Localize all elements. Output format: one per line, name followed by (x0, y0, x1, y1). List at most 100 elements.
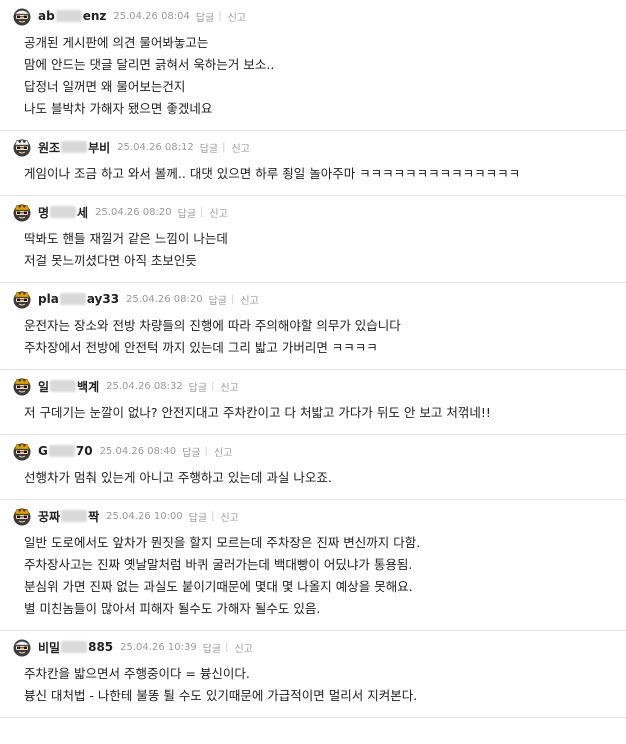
reply-button[interactable]: 답글 (196, 9, 214, 24)
comment-text-line: 나도 블박차 가해자 됐으면 좋겠네요 (24, 101, 213, 116)
report-button[interactable]: 신고 (232, 140, 250, 155)
nickname-redaction (50, 206, 77, 218)
comment-date: 25.04.26 10:00 (106, 510, 183, 522)
comment-date: 25.04.26 10:39 (120, 641, 197, 653)
comment-header: 명 세 25.04.26 08:20 답글 | 신고 (12, 202, 616, 222)
reply-button[interactable]: 답글 (203, 640, 221, 655)
action-divider: | (204, 445, 208, 457)
comment-body: 공개된 게시판에 의견 물어봐놓고는 맘에 안드는 댓글 달리면 긁혀서 욱하는거… (24, 32, 616, 120)
comment-item: 일 백계 25.04.26 08:32 답글 | 신고 저 구데기는 눈깔이 없나? 안전지… (0, 370, 626, 435)
comment-body: 일반 도로에서도 앞차가 뭔짓을 할지 모르는데 주차장은 진짜 변신까지 다함… (24, 532, 616, 620)
nickname-redaction (50, 380, 77, 392)
nickname-prefix: ab (38, 9, 55, 23)
avatar-icon[interactable] (12, 506, 32, 526)
action-divider: | (200, 206, 204, 218)
action-divider: | (218, 10, 222, 22)
comment-date: 25.04.26 08:20 (95, 206, 172, 218)
report-button[interactable]: 신고 (240, 292, 258, 307)
nickname-redaction (59, 293, 86, 305)
comment-text-line: 답정너 일꺼면 왜 물어보는건지 (24, 79, 186, 94)
comment-header: 원조 부비 25.04.26 08:12 답글 | 신고 (12, 137, 616, 157)
avatar-icon[interactable] (12, 376, 32, 396)
comment-body: 주차칸을 밟으면서 주행중이다 = 븅신이다. 븅신 대처법 - 나한테 불똥 튈… (24, 663, 616, 707)
comment-body: 운전자는 장소와 전방 차량들의 진행에 따라 주의해야할 의무가 있습니다 주차… (24, 315, 616, 359)
report-button[interactable]: 신고 (228, 9, 246, 24)
author-nickname[interactable]: 일 백계 (38, 378, 99, 395)
nickname-suffix: 부비 (88, 140, 111, 155)
nickname-prefix: pla (38, 292, 59, 306)
avatar-icon[interactable] (12, 202, 32, 222)
reply-button[interactable]: 답글 (182, 444, 200, 459)
action-divider: | (231, 293, 235, 305)
report-button[interactable]: 신고 (214, 444, 232, 459)
comment-text-line: 저걸 못느끼셨다면 아직 초보인듯 (24, 253, 197, 268)
author-nickname[interactable]: G 70 (38, 444, 93, 458)
comment-text-line: 운전자는 장소와 전방 차량들의 진행에 따라 주의해야할 의무가 있습니다 (24, 318, 401, 333)
comment-list: ab enz 25.04.26 08:04 답글 | 신고 공개된 게시판에 의견 물어봐놓… (0, 0, 626, 718)
comment-item: G 70 25.04.26 08:40 답글 | 신고선행차가 멈춰 있는게 아니고 주행… (0, 435, 626, 500)
comment-item: 명 세 25.04.26 08:20 답글 | 신고 딱봐도 핸들 재낄거 같은 느낌이 나… (0, 196, 626, 283)
avatar-icon[interactable] (12, 289, 32, 309)
nickname-redaction (61, 641, 88, 653)
author-nickname[interactable]: 비밀 885 (38, 639, 113, 656)
comment-date: 25.04.26 08:32 (106, 380, 183, 392)
comment-text-line: 저 구데기는 눈깔이 없나? 안전지대고 주차칸이고 다 처밟고 가다가 뒤도 … (24, 405, 491, 420)
reply-button[interactable]: 답글 (178, 205, 196, 220)
avatar-icon[interactable] (12, 6, 32, 26)
nickname-redaction (61, 510, 88, 522)
report-button[interactable]: 신고 (220, 379, 238, 394)
comment-text-line: 딱봐도 핸들 재낄거 같은 느낌이 나는데 (24, 231, 228, 246)
report-button[interactable]: 신고 (209, 205, 227, 220)
nickname-prefix: 원조 (38, 140, 61, 155)
action-divider: | (211, 510, 215, 522)
nickname-prefix: 일 (38, 379, 50, 394)
comment-header: G 70 25.04.26 08:40 답글 | 신고 (12, 441, 616, 461)
comment-header: pla ay33 25.04.26 08:20 답글 | 신고 (12, 289, 616, 309)
comment-body: 선행차가 멈춰 있는게 아니고 주행하고 있는데 과실 나오죠. (24, 467, 616, 489)
comment-text-line: 주차칸을 밟으면서 주행중이다 = 븅신이다. (24, 666, 250, 681)
comment-text-line: 일반 도로에서도 앞차가 뭔짓을 할지 모르는데 주차장은 진짜 변신까지 다함… (24, 535, 421, 550)
nickname-suffix: 짝 (88, 509, 100, 524)
report-button[interactable]: 신고 (220, 509, 238, 524)
nickname-prefix: 명 (38, 205, 50, 220)
comment-text-line: 별 미친놈들이 많아서 피해자 될수도 가해자 될수도 있음. (24, 601, 321, 616)
nickname-redaction (61, 141, 88, 153)
avatar-icon[interactable] (12, 441, 32, 461)
comment-item: 비밀 885 25.04.26 10:39 답글 | 신고 주차칸을 밟으면서 주행중이다 … (0, 631, 626, 718)
comment-date: 25.04.26 08:20 (126, 293, 203, 305)
nickname-suffix: 885 (88, 640, 114, 654)
comment-header: ab enz 25.04.26 08:04 답글 | 신고 (12, 6, 616, 26)
comment-text-line: 게임이나 조금 하고 와서 볼께.. 대댓 있으면 하루 죙일 놀아주마 ㅋㅋㅋ… (24, 166, 521, 181)
comment-date: 25.04.26 08:04 (113, 10, 190, 22)
avatar-icon[interactable] (12, 137, 32, 157)
author-nickname[interactable]: pla ay33 (38, 292, 119, 306)
comment-item: ab enz 25.04.26 08:04 답글 | 신고공개된 게시판에 의견 물어봐놓… (0, 0, 626, 131)
author-nickname[interactable]: 원조 부비 (38, 139, 110, 156)
author-nickname[interactable]: ab enz (38, 9, 106, 23)
comment-body: 저 구데기는 눈깔이 없나? 안전지대고 주차칸이고 다 처밟고 가다가 뒤도 … (24, 402, 616, 424)
comment-item: 꿍짜 짝 25.04.26 10:00 답글 | 신고일반 도로에서도 앞차가 뭔짓을 할… (0, 500, 626, 631)
comment-header: 일 백계 25.04.26 08:32 답글 | 신고 (12, 376, 616, 396)
author-nickname[interactable]: 명세 (38, 204, 88, 221)
report-button[interactable]: 신고 (234, 640, 252, 655)
reply-button[interactable]: 답글 (189, 379, 207, 394)
author-nickname[interactable]: 꿍짜 짝 (38, 508, 99, 525)
comment-text-line: 맘에 안드는 댓글 달리면 긁혀서 욱하는거 보소.. (24, 57, 275, 72)
avatar-icon[interactable] (12, 637, 32, 657)
comment-date: 25.04.26 08:12 (117, 141, 194, 153)
nickname-suffix: 세 (77, 205, 89, 220)
nickname-suffix: ay33 (86, 292, 120, 306)
comment-header: 비밀 885 25.04.26 10:39 답글 | 신고 (12, 637, 616, 657)
reply-button[interactable]: 답글 (200, 140, 218, 155)
nickname-suffix: 백계 (77, 379, 100, 394)
nickname-prefix: G (38, 444, 48, 458)
nickname-prefix: 비밀 (38, 640, 61, 655)
action-divider: | (222, 141, 226, 153)
nickname-redaction (55, 10, 82, 22)
comment-text-line: 븅신 대처법 - 나한테 불똥 튈 수도 있기때문에 가급적이면 멀리서 지켜본… (24, 688, 418, 703)
reply-button[interactable]: 답글 (189, 509, 207, 524)
comment-date: 25.04.26 08:40 (99, 445, 177, 457)
nickname-suffix: 70 (75, 444, 93, 458)
reply-button[interactable]: 답글 (209, 292, 227, 307)
nickname-redaction (48, 445, 75, 457)
